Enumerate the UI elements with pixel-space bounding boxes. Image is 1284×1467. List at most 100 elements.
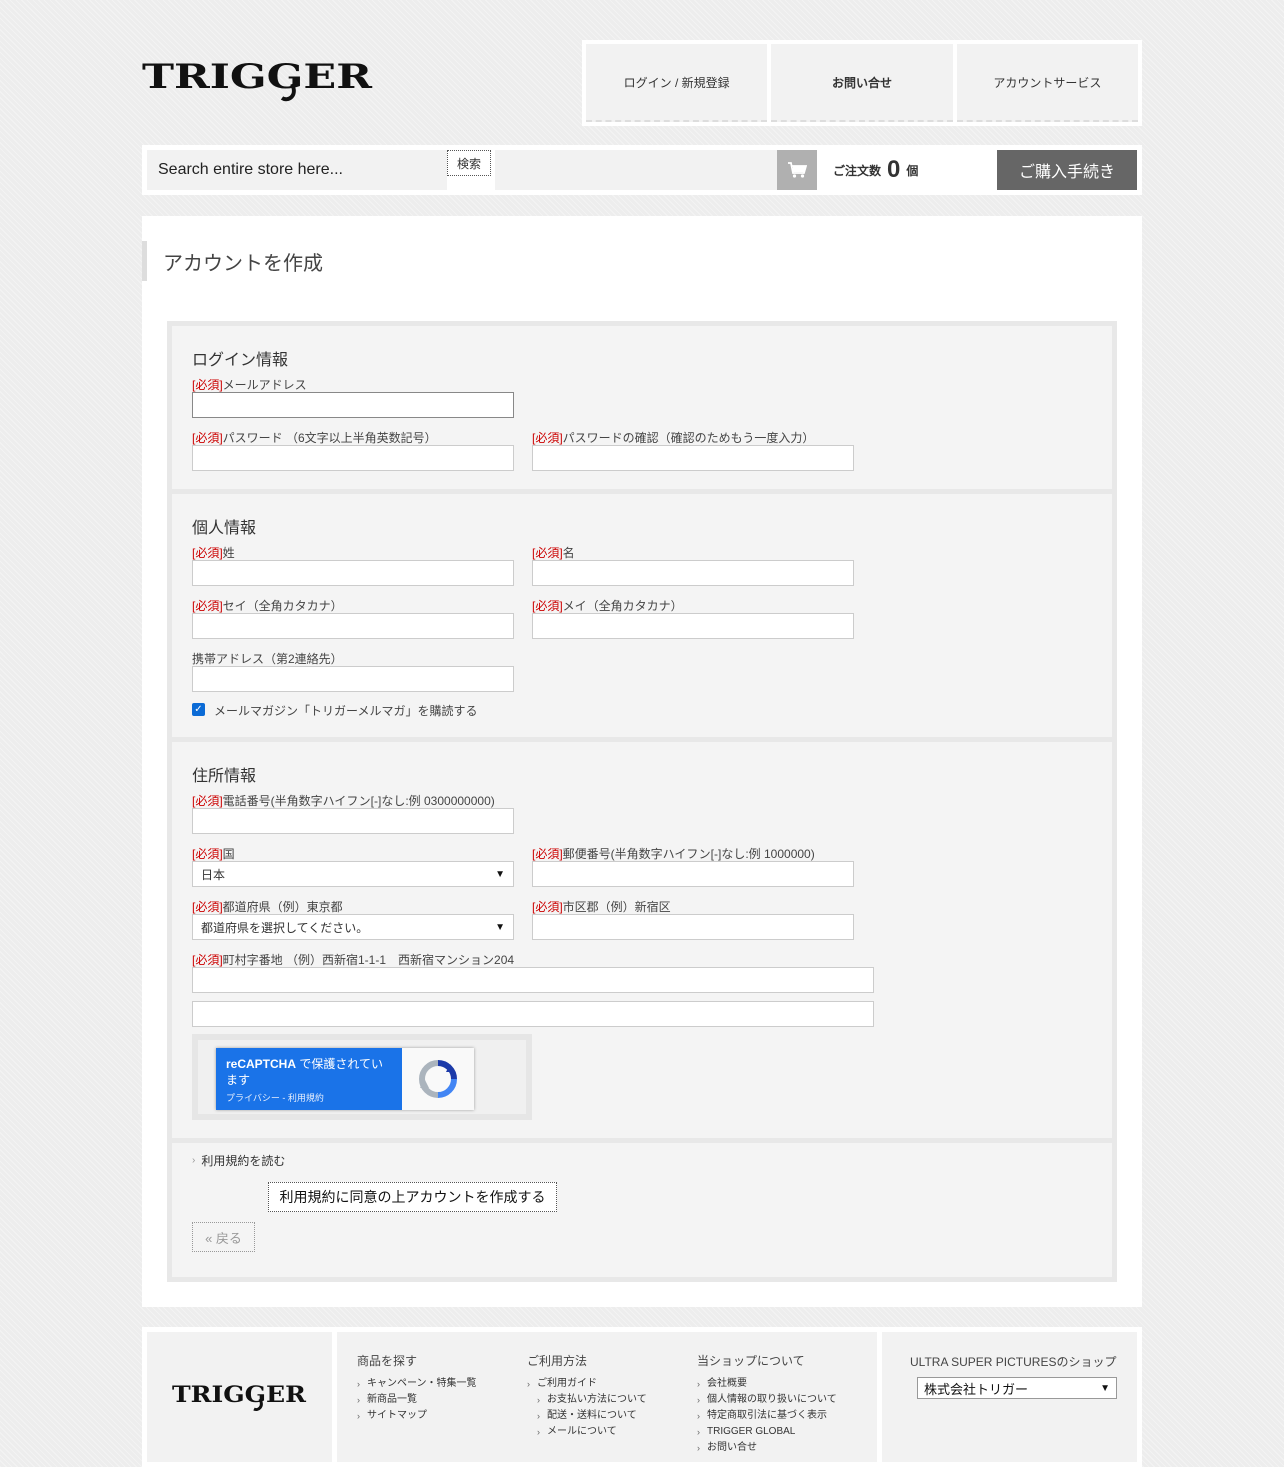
last-name-input[interactable] [192, 560, 514, 586]
svg-text:TRIGGER: TRIGGER [172, 1382, 307, 1408]
trigger-logo[interactable]: TRIGGER [142, 57, 374, 106]
cart-summary: ご注文数 0 個 [817, 150, 997, 190]
postcode-input[interactable] [532, 861, 854, 887]
label-newsletter[interactable]: メールマガジン「トリガーメルマガ」を購読する [214, 702, 478, 719]
legend-personal-info: 個人情報 [192, 520, 257, 537]
footer-shop-selector: ULTRA SUPER PICTURESのショップ 株式会社トリガー ▼ [882, 1332, 1137, 1462]
label-password: [必須]パスワード （6文字以上半角英数記号） [192, 431, 437, 445]
top-navigation: ログイン / 新規登録 お問い合せ アカウントサービス [582, 40, 1142, 126]
footer-col-title: 当ショップについて [697, 1354, 805, 1368]
svg-text:TRIGGER: TRIGGER [142, 58, 373, 97]
search-button-area: 検索 [447, 150, 495, 190]
nav-login-register[interactable]: ログイン / 新規登録 [586, 44, 768, 122]
label-last-name: [必須]姓 [192, 546, 235, 560]
recaptcha-brand: reCAPTCHA [226, 1057, 297, 1071]
footer-trigger-logo[interactable]: TRIGGER [172, 1382, 308, 1412]
cart-count-unit: 個 [906, 163, 919, 178]
footer-link-contact[interactable]: お問い合せ [697, 1440, 837, 1456]
footer-link-company[interactable]: 会社概要 [697, 1376, 837, 1392]
footer-link-sitemap[interactable]: サイトマップ [357, 1408, 477, 1424]
required-mark: [必須] [192, 546, 223, 560]
checkout-button[interactable]: ご購入手続き [997, 150, 1137, 190]
required-mark: [必須] [192, 847, 223, 861]
country-select[interactable]: 日本 ▼ [192, 861, 514, 887]
chevron-down-icon: ▼ [495, 921, 505, 933]
label-phone: [必須]電話番号(半角数字ハイフン[-]なし:例 0300000000) [192, 794, 495, 808]
nav-contact[interactable]: お問い合せ [771, 44, 953, 122]
required-mark: [必須] [532, 431, 563, 445]
footer-col-title: 商品を探す [357, 1354, 418, 1368]
city-input[interactable] [532, 914, 854, 940]
mobile-email-input[interactable] [192, 666, 514, 692]
footer-link-global[interactable]: TRIGGER GLOBAL [697, 1424, 837, 1440]
shop-select[interactable]: 株式会社トリガー ▼ [917, 1377, 1117, 1399]
footer-links: 商品を探す キャンペーン・特集一覧 新商品一覧 サイトマップ ご利用方法 ご利用… [337, 1332, 877, 1462]
search-input[interactable] [147, 150, 447, 190]
search-bar-filler [495, 150, 777, 190]
search-cart-bar: 検索 ご注文数 0 個 ご購入手続き [142, 145, 1142, 195]
footer-link-shipping[interactable]: 配送・送料について [527, 1408, 647, 1424]
page-title-wrap: アカウントを作成 [142, 241, 323, 281]
footer: TRIGGER 商品を探す キャンペーン・特集一覧 新商品一覧 サイトマップ ご… [142, 1327, 1142, 1467]
first-name-input[interactable] [532, 560, 854, 586]
legend-login-info: ログイン情報 [192, 352, 289, 369]
prefecture-select-value: 都道府県を選択してください。 [201, 920, 369, 935]
footer-link-campaigns[interactable]: キャンペーン・特集一覧 [357, 1376, 477, 1392]
required-mark: [必須] [532, 847, 563, 861]
recaptcha-text: reCAPTCHA で保護されています プライバシー - 利用規約 [216, 1048, 402, 1110]
cart-icon[interactable] [777, 150, 817, 190]
cart-count: 0 [887, 156, 901, 183]
password-confirm-input[interactable] [532, 445, 854, 471]
label-prefecture: [必須]都道府県（例）東京都 [192, 900, 343, 914]
search-button[interactable]: 検索 [447, 150, 491, 176]
check-icon: ✓ [194, 703, 203, 715]
footer-logo-box: TRIGGER [147, 1332, 332, 1462]
footer-link-legal[interactable]: 特定商取引法に基づく表示 [697, 1408, 837, 1424]
footer-col-usage: ご利用方法 ご利用ガイド お支払い方法について 配送・送料について メールについ… [527, 1352, 647, 1440]
search-field-wrap [147, 150, 447, 190]
prefecture-select[interactable]: 都道府県を選択してください。 ▼ [192, 914, 514, 940]
label-last-name-kana: [必須]セイ（全角カタカナ） [192, 599, 343, 613]
nav-account-service[interactable]: アカウントサービス [956, 44, 1138, 122]
first-name-kana-input[interactable] [532, 613, 854, 639]
recaptcha-links[interactable]: プライバシー - 利用規約 [226, 1091, 392, 1104]
footer-link-privacy[interactable]: 個人情報の取り扱いについて [697, 1392, 837, 1408]
required-mark: [必須] [532, 900, 563, 914]
page-title: アカウントを作成 [163, 252, 323, 275]
password-input[interactable] [192, 445, 514, 471]
fieldset-personal-info: 個人情報 [必須]姓 [必須]名 [必須]セイ（全角カタカナ） [必須]メイ（全… [172, 494, 1112, 737]
agree-create-account-button[interactable]: 利用規約に同意の上アカウントを作成する [268, 1182, 557, 1212]
label-mobile-email: 携帯アドレス（第2連絡先） [192, 652, 343, 666]
label-email: [必須]メールアドレス [192, 378, 307, 392]
required-mark: [必須] [192, 431, 223, 445]
recaptcha-logo-icon [402, 1048, 474, 1110]
last-name-kana-input[interactable] [192, 613, 514, 639]
terms-link[interactable]: › 利用規約を読む [192, 1152, 285, 1169]
label-postcode: [必須]郵便番号(半角数字ハイフン[-]なし:例 1000000) [532, 847, 815, 861]
fieldset-address-info: 住所情報 [必須]電話番号(半角数字ハイフン[-]なし:例 0300000000… [172, 742, 1112, 1138]
email-input[interactable] [192, 392, 514, 418]
fieldset-actions: › 利用規約を読む 利用規約に同意の上アカウントを作成する « 戻る [172, 1143, 1112, 1277]
label-country: [必須]国 [192, 847, 235, 861]
required-mark: [必須] [192, 794, 223, 808]
footer-link-payment[interactable]: お支払い方法について [527, 1392, 647, 1408]
newsletter-checkbox[interactable]: ✓ [192, 703, 205, 716]
create-account-form: ログイン情報 [必須]メールアドレス [必須]パスワード （6文字以上半角英数記… [167, 321, 1117, 1282]
required-mark: [必須] [192, 599, 223, 613]
footer-link-mail[interactable]: メールについて [527, 1424, 647, 1440]
footer-link-guide[interactable]: ご利用ガイド [527, 1376, 647, 1392]
captcha-frame: reCAPTCHA で保護されています プライバシー - 利用規約 [192, 1034, 532, 1120]
footer-link-new-products[interactable]: 新商品一覧 [357, 1392, 477, 1408]
main-content: アカウントを作成 ログイン情報 [必須]メールアドレス [必須]パスワード （6… [142, 216, 1142, 1307]
street-line2-input[interactable] [192, 1001, 874, 1027]
required-mark: [必須] [532, 546, 563, 560]
footer-col-title: ご利用方法 [527, 1354, 588, 1368]
street-line1-input[interactable] [192, 967, 874, 993]
cart-count-label: ご注文数 [833, 163, 882, 178]
recaptcha-badge[interactable]: reCAPTCHA で保護されています プライバシー - 利用規約 [216, 1048, 474, 1110]
terms-link-label: 利用規約を読む [201, 1154, 286, 1168]
legend-address-info: 住所情報 [192, 768, 257, 785]
footer-shop-title: ULTRA SUPER PICTURESのショップ [910, 1355, 1117, 1369]
back-button[interactable]: « 戻る [192, 1222, 255, 1252]
phone-input[interactable] [192, 808, 514, 834]
